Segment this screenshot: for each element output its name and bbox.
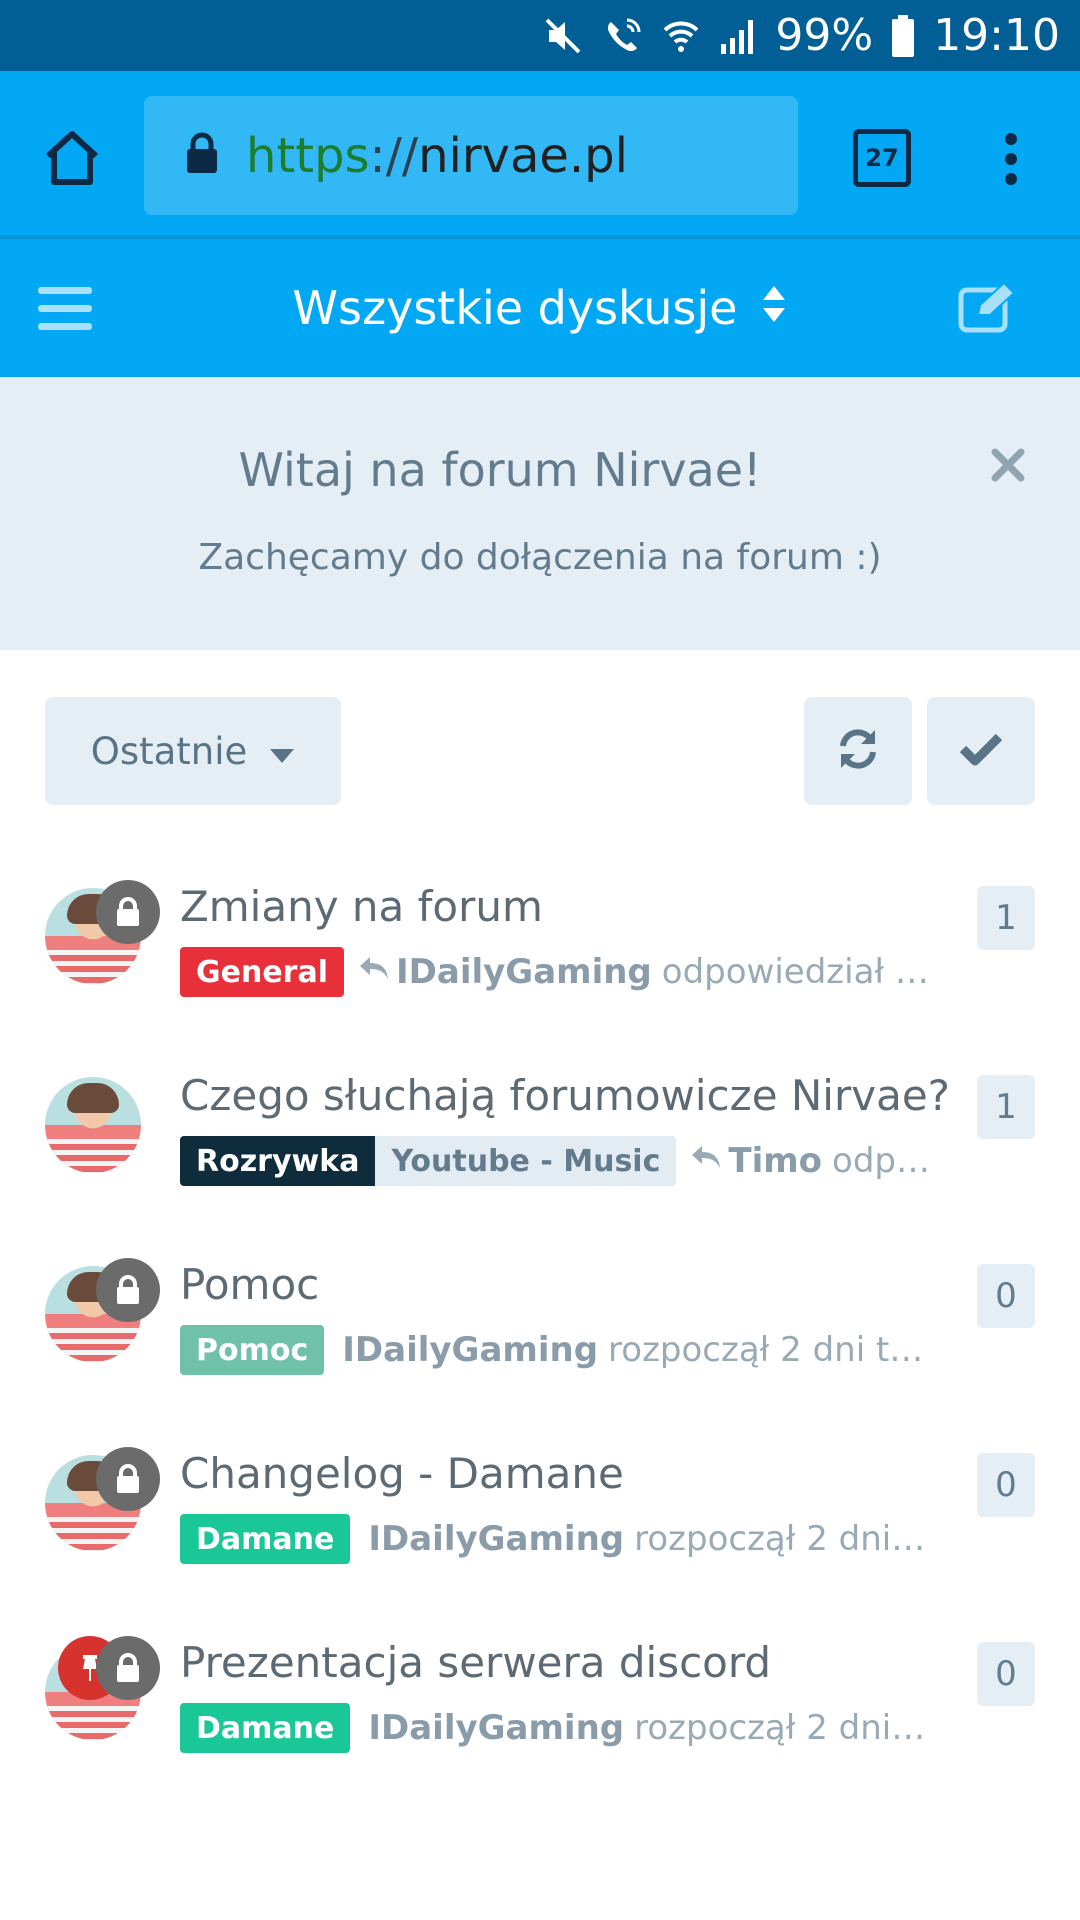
url-host: nirvae.pl [418, 127, 628, 184]
url-scheme: https [246, 127, 370, 184]
discussion-meta: Damane IDailyGaming rozpoczął 2 dni te... [180, 1702, 936, 1754]
home-icon[interactable] [40, 126, 104, 190]
reply-count-badge: 1 [977, 886, 1035, 950]
sort-dropdown-button[interactable]: Ostatnie [45, 697, 341, 805]
reply-count-badge: 1 [977, 1075, 1035, 1139]
discussion-item[interactable]: Prezentacja serwera discord Damane IDailyG… [0, 1636, 1080, 1794]
username[interactable]: Timo [728, 1141, 822, 1181]
discussion-meta: RozrywkaYoutube - Music Timoodpowi... [180, 1135, 936, 1187]
lock-icon [96, 880, 160, 944]
discussion-meta: General IDailyGaming odpowiedział je... [180, 946, 936, 998]
lock-icon [96, 1636, 160, 1700]
discussion-filter-dropdown[interactable]: Wszystkie dyskusje [0, 239, 1080, 377]
welcome-title: Witaj na forum Nirvae! [238, 443, 762, 497]
activity-text: odpowiedział je... [661, 952, 936, 992]
discussion-item[interactable]: Changelog - Damane Damane IDailyGaming rozp… [0, 1447, 1080, 1605]
url-separator: :// [369, 127, 419, 184]
tag-label[interactable]: Damane [180, 1703, 351, 1753]
tag-label[interactable]: Rozrywka [180, 1136, 376, 1186]
reply-icon [690, 1141, 722, 1181]
forum-header: Wszystkie dyskusje [0, 239, 1080, 377]
mark-all-read-button[interactable] [927, 697, 1035, 805]
username[interactable]: IDailyGaming [342, 1330, 598, 1370]
discussion-title[interactable]: Pomoc [180, 1260, 319, 1309]
discussion-meta: Damane IDailyGaming rozpoczął 2 dni te... [180, 1513, 936, 1565]
checkmark-icon [959, 731, 1003, 772]
new-discussion-icon[interactable] [958, 281, 1020, 338]
lock-icon [186, 132, 218, 179]
discussion-title[interactable]: Prezentacja serwera discord [180, 1638, 771, 1687]
reply-count-badge: 0 [977, 1642, 1035, 1706]
url-bar[interactable]: https://nirvae.pl [144, 96, 798, 215]
welcome-subtitle: Zachęcamy do dołączenia na forum :) [198, 537, 882, 578]
signal-icon [719, 16, 757, 56]
overflow-menu-icon[interactable] [996, 127, 1026, 191]
discussion-title[interactable]: Zmiany na forum [180, 882, 543, 931]
battery-percent: 99% [775, 10, 874, 61]
clock: 19:10 [933, 10, 1060, 61]
reply-icon [358, 952, 390, 992]
reply-count-badge: 0 [977, 1453, 1035, 1517]
discussion-item[interactable]: Zmiany na forum General IDailyGaming odpowi… [0, 880, 1080, 1038]
discussion-item[interactable]: Pomoc Pomoc IDailyGaming rozpoczął 2 dni te… [0, 1258, 1080, 1416]
mute-icon [543, 16, 583, 56]
activity-text: rozpoczął 2 dni te... [608, 1330, 936, 1370]
username[interactable]: IDailyGaming [368, 1519, 624, 1559]
discussion-item[interactable]: Czego słuchają forumowicze Nirvae? Rozryw… [0, 1071, 1080, 1227]
reply-count-badge: 0 [977, 1264, 1035, 1328]
tag-label[interactable]: Youtube - Music [375, 1136, 677, 1186]
avatar[interactable] [45, 1077, 141, 1173]
discussion-title[interactable]: Czego słuchają forumowicze Nirvae? [180, 1071, 950, 1120]
browser-toolbar: https://nirvae.pl 27 [0, 71, 1080, 239]
username[interactable]: IDailyGaming [368, 1708, 624, 1748]
tab-count: 27 [865, 144, 899, 172]
caret-down-icon [269, 730, 295, 773]
refresh-icon [835, 726, 881, 777]
sort-label: Ostatnie [90, 729, 248, 773]
refresh-button[interactable] [804, 697, 912, 805]
battery-icon [891, 14, 915, 57]
tag-label[interactable]: General [180, 947, 344, 997]
activity-text: odpowi... [832, 1141, 936, 1181]
status-bar: 99% 19:10 [0, 0, 1080, 71]
close-icon[interactable] [990, 447, 1026, 483]
wifi-icon [661, 16, 701, 56]
page-title: Wszystkie dyskusje [292, 281, 738, 335]
activity-text: rozpoczął 2 dni te... [634, 1519, 936, 1559]
welcome-banner: Witaj na forum Nirvae! Zachęcamy do dołą… [0, 377, 1080, 650]
wifi-calling-icon [601, 16, 643, 56]
tag-label[interactable]: Pomoc [180, 1325, 325, 1375]
tab-switcher-button[interactable]: 27 [853, 129, 911, 187]
discussion-meta: Pomoc IDailyGaming rozpoczął 2 dni te... [180, 1324, 936, 1376]
username[interactable]: IDailyGaming [396, 952, 652, 992]
activity-text: rozpoczął 2 dni te... [634, 1708, 936, 1748]
sort-arrows-icon [761, 281, 787, 335]
lock-icon [96, 1447, 160, 1511]
tag-label[interactable]: Damane [180, 1514, 351, 1564]
discussion-title[interactable]: Changelog - Damane [180, 1449, 624, 1498]
url-text: https://nirvae.pl [246, 128, 628, 184]
lock-icon [96, 1258, 160, 1322]
